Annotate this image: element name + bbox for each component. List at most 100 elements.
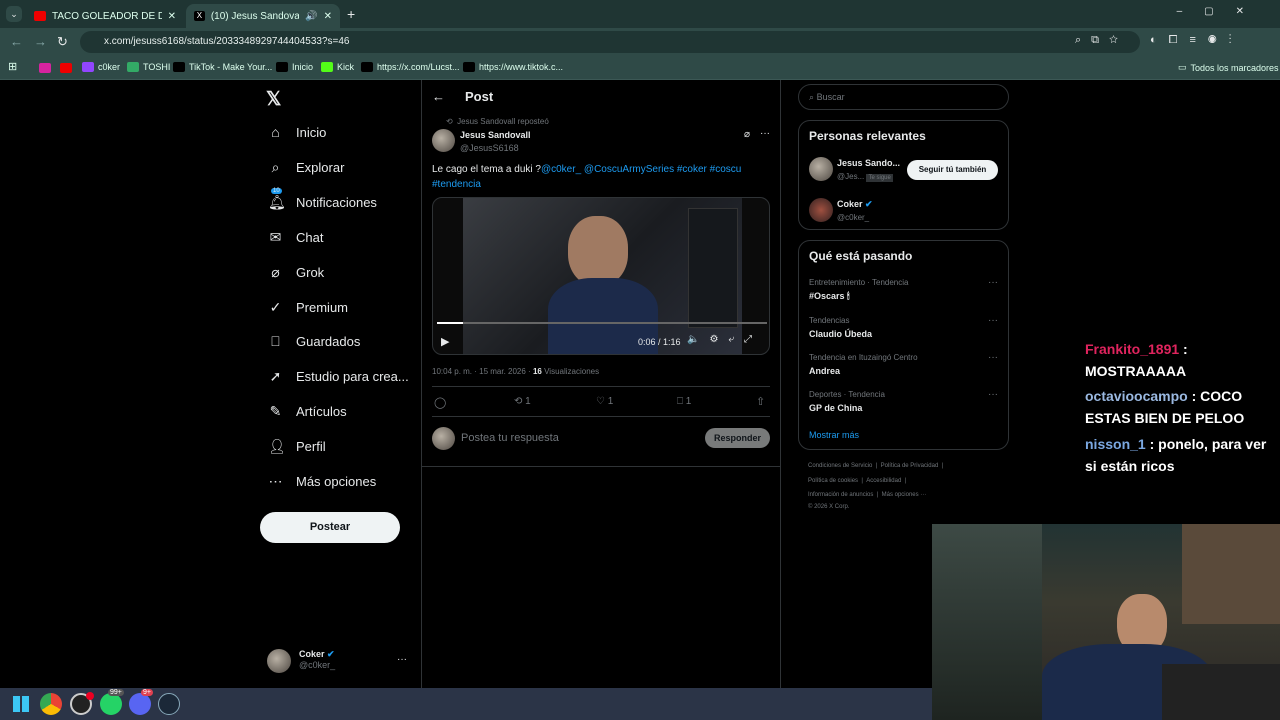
bookmark-inicio[interactable]: Inicio [276,62,313,72]
author-avatar[interactable] [432,129,455,152]
more-icon[interactable]: ··· [988,389,998,400]
bookmark-toshi[interactable]: TOSHI [127,62,170,72]
close-icon[interactable]: ✕ [324,11,332,22]
trend-item[interactable]: Tendencia en Ituzaingó Centro Andrea [809,353,918,376]
nav-item-notificaciones[interactable]: 🔔︎ 10 Notificaciones [268,187,377,211]
x-icon: X [194,11,205,21]
tab-search-button[interactable]: ⌄ [6,6,22,22]
nav-item-perfil[interactable]: 👤︎ Perfil [268,438,326,455]
avatar[interactable] [809,198,833,222]
address-actions[interactable]: ⌕⧉☆ [1075,34,1128,47]
apps-icon[interactable]: ⊞ [8,60,17,73]
hashtag-link[interactable]: #coker [677,164,707,175]
bookmark-tiktok[interactable]: TikTok - Make Your... [173,62,272,72]
retweet-button[interactable]: ⟲ 1 [514,396,531,407]
reply-input[interactable]: Postea tu respuesta [461,432,559,444]
nav-item-artículos[interactable]: ✎ Artículos [268,403,347,420]
mail-icon: ✉ [269,228,282,245]
relevant-people-card: Personas relevantes Jesus Sando... @Jes.… [798,120,1009,230]
more-icon[interactable]: ··· [988,315,998,326]
bookmark-kick[interactable]: Kick [321,62,354,72]
trend-item[interactable]: Tendencias Claudio Úbeda [809,316,872,339]
post-text: Le cago el tema a duki ?@c0ker_ @CoscuAr… [432,164,742,190]
back-button[interactable]: ← [10,34,23,49]
toolbar: ← → ↻ x.com/jesuss6168/status/2033348929… [0,28,1280,55]
extensions-icons[interactable]: ◐⧠≡◉⋮ [1150,34,1243,47]
instagram-icon[interactable] [39,63,51,73]
all-bookmarks[interactable]: ▭ Todos los marcadores [1178,62,1279,73]
new-tab-button[interactable]: + [347,6,355,22]
person-name[interactable]: Coker ✔ [837,199,873,210]
nav-item-chat[interactable]: ✉ Chat [268,228,324,246]
search-input[interactable]: ⌕ Buscar [798,84,1009,110]
nav-item-explorar[interactable]: ⌕ Explorar [268,159,345,176]
avatar[interactable] [809,157,833,181]
hashtag-link[interactable]: #tendencia [432,179,481,190]
forward-button[interactable]: → [34,34,47,49]
nav-item-más-opciones[interactable]: ⋯ Más opciones [268,473,377,490]
verified-icon: ✔ [865,199,873,209]
windows-start-icon[interactable] [13,696,29,712]
discord-icon[interactable]: 9+ [129,689,153,715]
more-icon[interactable]: ··· [988,352,998,363]
chrome-icon[interactable] [40,693,62,715]
back-arrow-icon[interactable]: ← [432,89,445,104]
more-icon[interactable]: ··· [397,654,407,665]
follow-button[interactable]: Seguir tú también [907,160,998,180]
reply-button[interactable]: Responder [705,428,770,448]
play-icon[interactable]: ▶ [441,335,449,348]
tab-strip: ⌄ TACO GOLEADOR DE DRIUSSI Y✕ X(10) Jesu… [0,0,1280,28]
bookmark-button[interactable]: ⎕ 1 [677,396,691,407]
steam-icon[interactable] [158,693,180,715]
account-switcher[interactable]: Coker ✔ @c0ker_ [267,649,335,673]
footer-links[interactable]: Política de cookies | Accesibilidad | [808,478,906,484]
reply-icon[interactable]: ◯ [434,396,446,409]
trend-item[interactable]: Entretenimiento · Tendencia #Oscars 🕯 [809,278,908,302]
x-logo[interactable]: 𝕏 [266,88,281,111]
bookmark-c0ker[interactable]: c0ker [82,62,120,72]
tab-youtube[interactable]: TACO GOLEADOR DE DRIUSSI Y✕ [26,4,184,28]
trend-item[interactable]: Deportes · Tendencia GP de China [809,390,885,413]
footer-links[interactable]: Condiciones de Servicio | Política de Pr… [808,463,943,469]
bookmark-icon: ⎕ [677,396,683,407]
video-time: 0:06 / 1:16 [638,337,681,347]
share-icon[interactable]: ⇧ [756,395,765,408]
reload-button[interactable]: ↻ [57,34,68,50]
nav-item-inicio[interactable]: ⌂ Inicio [268,124,326,140]
grok-icon[interactable]: ⌀ [744,129,750,140]
more-icon[interactable]: ··· [760,128,770,139]
bell-icon: 🔔︎ 10 [268,187,286,210]
more-icon[interactable]: ··· [988,277,998,288]
bookmark-x-lucst[interactable]: https://x.com/Lucst... [361,62,460,72]
speaker-icon[interactable]: 🔊 [305,11,317,22]
video-progress-bar[interactable] [437,322,767,324]
address-bar[interactable]: x.com/jesuss6168/status/2033348929744404… [80,31,1140,53]
author-name[interactable]: Jesus Sandovall [460,130,531,140]
window-controls[interactable]: –▢✕ [1177,6,1266,17]
bookmark-tiktok-2[interactable]: https://www.tiktok.c... [463,62,563,72]
whatsapp-icon[interactable]: 99+ [100,689,124,715]
video-controls[interactable]: 🔈⚙⤶⤢ [687,334,762,345]
footer-links[interactable]: Información de anuncios | Más opciones ·… [808,492,926,498]
author-handle[interactable]: @JesusS6168 [460,143,519,153]
youtube-icon[interactable] [60,63,72,73]
hashtag-link[interactable]: #coscu [710,164,742,175]
tab-x[interactable]: X(10) Jesus Sandovall en X: "🔊✕ [186,4,340,28]
post-button[interactable]: Postear [260,512,400,543]
trends-card: Qué está pasando Entretenimiento · Tende… [798,240,1009,450]
mention-link[interactable]: @CoscuArmySeries [584,164,674,175]
heart-icon: ♡ [596,396,605,407]
person-name[interactable]: Jesus Sando... [837,158,900,168]
nav-item-guardados[interactable]: ⎕ Guardados [268,333,360,350]
like-button[interactable]: ♡ 1 [596,396,613,407]
nav-item-grok[interactable]: ⌀ Grok [268,264,324,281]
show-more-link[interactable]: Mostrar más [809,430,859,440]
nav-item-estudio-para-crea-[interactable]: ➚ Estudio para crea... [268,368,409,385]
obs-icon[interactable] [70,692,94,715]
close-icon[interactable]: ✕ [168,11,176,22]
video-player[interactable]: ▶ 0:06 / 1:16 🔈⚙⤶⤢ [432,197,770,355]
mention-link[interactable]: @c0ker_ [541,164,581,175]
avatar [267,649,291,673]
post-meta: 10:04 p. m. · 15 mar. 2026 · 16 Visualiz… [432,367,600,376]
nav-item-premium[interactable]: ✓ Premium [268,299,348,316]
